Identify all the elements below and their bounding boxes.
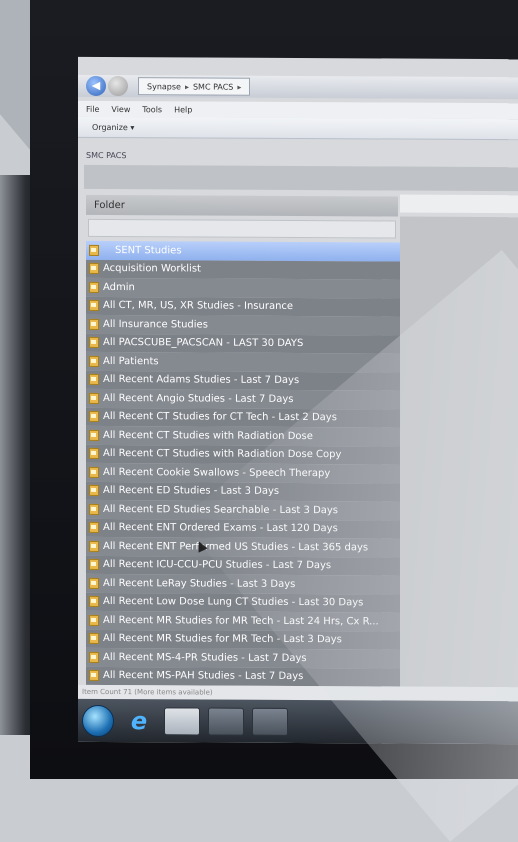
breadcrumb-item[interactable]: SMC PACS — [193, 82, 233, 91]
folder-icon — [89, 337, 99, 349]
folder-icon — [89, 300, 99, 312]
folder-icon — [89, 540, 99, 552]
breadcrumb-item[interactable]: Synapse — [147, 82, 181, 91]
folder-label: All Patients — [103, 355, 159, 368]
menu-tools[interactable]: Tools — [142, 105, 162, 114]
chevron-right-icon: ▸ — [184, 81, 189, 91]
folder-label: Acquisition Worklist — [103, 263, 201, 275]
forward-arrow-icon[interactable] — [108, 76, 128, 97]
folder-label: All Insurance Studies — [103, 318, 208, 331]
pacs-taskbar-icon[interactable] — [208, 707, 244, 736]
toolbar: Organize ▾ — [78, 116, 518, 141]
menu-file[interactable]: File — [86, 104, 99, 113]
folder-label: All Recent MS-PAH Studies - Last 7 Days — [103, 670, 304, 683]
folder-icon — [89, 559, 99, 571]
breadcrumb[interactable]: Synapse ▸ SMC PACS ▸ — [138, 77, 251, 96]
folder-icon — [89, 466, 99, 478]
folder-list-item[interactable]: All PACSCUBE_PACSCAN - LAST 30 DAYS — [86, 333, 400, 354]
folder-label: SENT Studies — [115, 244, 182, 257]
folder-label: All CT, MR, US, XR Studies - Insurance — [103, 300, 294, 313]
folder-icon — [89, 577, 99, 589]
folder-icon — [89, 263, 99, 275]
chevron-right-icon: ▸ — [237, 82, 242, 92]
folder-list-item[interactable]: SENT Studies — [86, 240, 400, 262]
folder-icon — [89, 244, 99, 256]
folder-filter-input[interactable] — [88, 218, 396, 239]
folder-label: Admin — [103, 281, 135, 293]
folder-list-item[interactable]: All Insurance Studies — [86, 314, 400, 336]
folder-icon — [89, 670, 99, 682]
menu-view[interactable]: View — [111, 105, 130, 114]
folder-icon — [89, 448, 99, 460]
folder-icon — [89, 392, 99, 404]
pane-toolbar — [84, 164, 518, 192]
folder-icon — [89, 633, 99, 645]
column-header[interactable] — [400, 194, 518, 214]
folder-icon — [89, 355, 99, 367]
folder-label: All PACSCUBE_PACSCAN - LAST 30 DAYS — [103, 337, 304, 350]
folder-icon — [89, 485, 99, 497]
folder-list-item[interactable]: Acquisition Worklist — [86, 259, 400, 280]
folder-label: All Recent MS-4-PR Studies - Last 7 Days — [103, 651, 307, 664]
folder-icon — [89, 281, 99, 293]
menu-help[interactable]: Help — [174, 105, 192, 114]
folder-icon — [89, 596, 99, 608]
app-taskbar-icon[interactable] — [252, 707, 288, 736]
address-bar: ◀ Synapse ▸ SMC PACS ▸ — [78, 74, 518, 100]
organize-button[interactable]: Organize ▾ — [92, 122, 134, 131]
internet-explorer-icon[interactable]: e — [122, 707, 156, 735]
folder-list-item[interactable]: All CT, MR, US, XR Studies - Insurance — [86, 296, 400, 317]
folder-icon — [89, 374, 99, 386]
folder-icon — [89, 651, 99, 663]
folder-list-item[interactable]: All Patients — [86, 351, 400, 373]
pane-title: SMC PACS — [86, 150, 127, 161]
folder-icon — [89, 614, 99, 626]
back-arrow-icon[interactable]: ◀ — [86, 75, 106, 96]
folder-icon — [89, 318, 99, 330]
folder-label: All Recent Adams Studies - Last 7 Days — [103, 374, 300, 387]
folder-icon — [89, 429, 99, 441]
start-button-icon[interactable] — [82, 704, 114, 737]
folder-icon — [89, 522, 99, 534]
folder-list-item[interactable]: Admin — [86, 277, 400, 299]
explorer-taskbar-icon[interactable] — [164, 706, 200, 735]
folder-label: All Recent Angio Studies - Last 7 Days — [103, 392, 294, 405]
folder-icon — [89, 503, 99, 515]
folder-icon — [89, 411, 99, 423]
folder-column-header[interactable]: Folder — [86, 194, 398, 217]
